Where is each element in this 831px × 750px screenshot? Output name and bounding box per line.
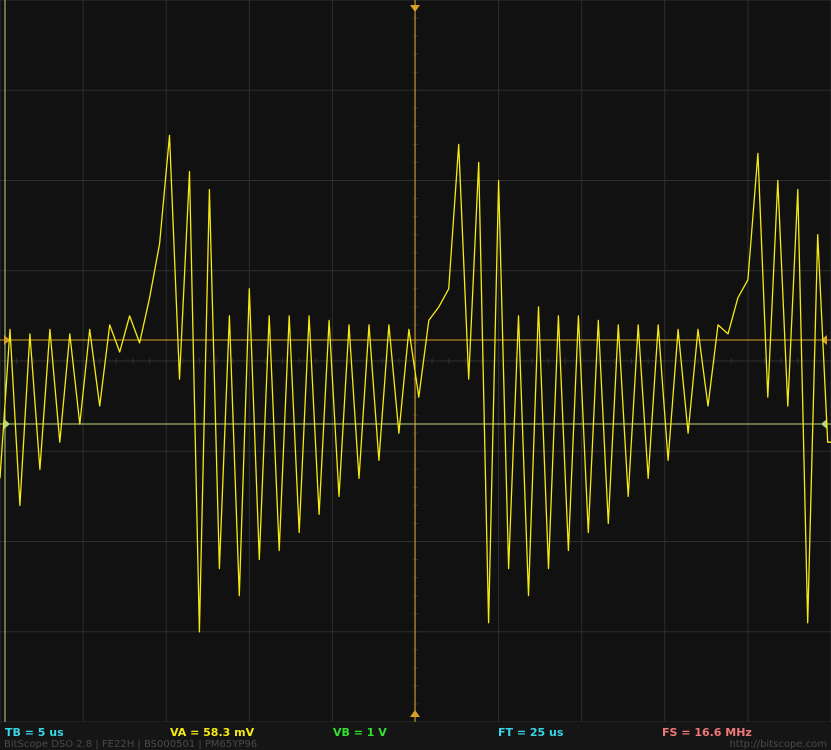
status-bar: TB = 5 us VA = 58.3 mV VB = 1 V FT = 25 … — [0, 722, 831, 750]
channel-a-volts-readout: VA = 58.3 mV — [170, 726, 255, 739]
device-info-text: BitScope DSO 2.8 | FE22H | BS000501 | PM… — [4, 739, 258, 750]
vendor-link[interactable]: http://bitscope.com — [729, 739, 827, 750]
channel-b-volts-readout: VB = 1 V — [333, 726, 387, 739]
sample-rate-readout: FS = 16.6 MHz — [662, 726, 752, 739]
scope-display — [0, 0, 831, 722]
timebase-readout: TB = 5 us — [5, 726, 64, 739]
frame-time-readout: FT = 25 us — [498, 726, 564, 739]
